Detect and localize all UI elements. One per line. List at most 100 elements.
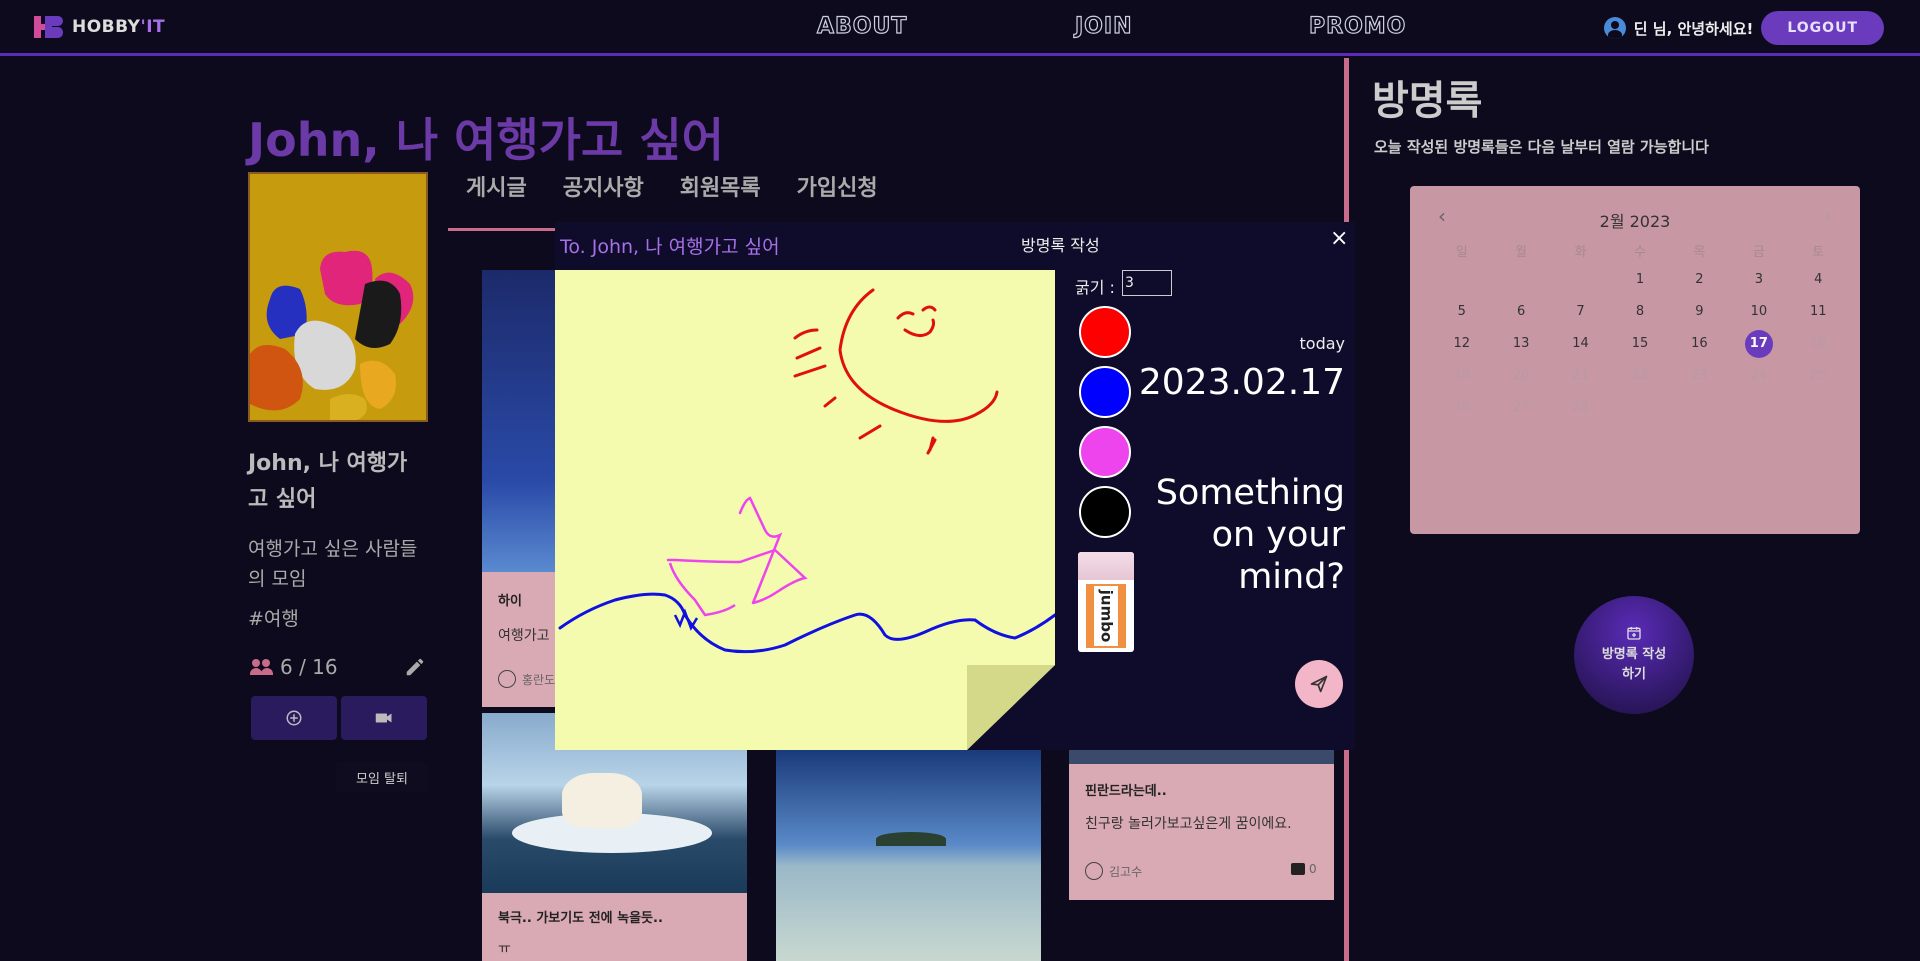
chevron-right-icon[interactable]: ›	[1824, 204, 1832, 228]
tab-applications[interactable]: 가입신청	[797, 170, 878, 202]
calendar-day[interactable]: 16	[1670, 328, 1729, 360]
leave-club-button[interactable]: 모임 탈퇴	[336, 762, 428, 792]
nav-join[interactable]: JOIN	[1074, 13, 1133, 39]
author-avatar	[498, 670, 516, 688]
tab-indicator	[448, 228, 558, 231]
color-black-button[interactable]	[1079, 486, 1131, 538]
post-author: 홍란도	[498, 670, 555, 688]
people-icon	[250, 659, 273, 675]
calendar-day: 25	[1810, 368, 1827, 383]
pencil-icon[interactable]	[404, 656, 426, 678]
calendar: ‹ 2월 2023 › 일 월 화 수 목 금 토 1 2 3 4 5 6 7 8 9 10 11 12 13 14 15…	[1410, 186, 1860, 534]
calendar-day: 19	[1453, 368, 1470, 383]
video-icon	[375, 713, 392, 723]
calendar-day	[1729, 392, 1788, 424]
calendar-weekday: 목	[1693, 245, 1706, 260]
post-card[interactable]: 북극.. 가보기도 전에 녹을듯.. ㅠ	[482, 713, 747, 961]
member-count-text: 6 / 16	[280, 655, 338, 679]
calendar-day[interactable]: 3	[1729, 264, 1788, 296]
tab-posts[interactable]: 게시글	[466, 170, 527, 202]
calendar-day: 18	[1810, 336, 1827, 351]
calendar-day[interactable]: 8	[1610, 296, 1669, 328]
today-date: 2023.02.17	[1138, 362, 1345, 403]
drawing-canvas[interactable]	[555, 270, 1055, 750]
calendar-day: 24	[1750, 368, 1768, 383]
video-call-button[interactable]	[341, 696, 427, 740]
calendar-day: 27	[1512, 400, 1530, 415]
color-red-button[interactable]	[1079, 306, 1131, 358]
logout-button[interactable]: LOGOUT	[1761, 11, 1884, 45]
color-magenta-button[interactable]	[1079, 426, 1131, 478]
calendar-day: 23	[1691, 368, 1708, 383]
logo[interactable]: HOBBY'IT	[34, 16, 165, 38]
color-blue-button[interactable]	[1079, 366, 1131, 418]
comment-icon	[1291, 863, 1305, 875]
thickness-input[interactable]	[1122, 270, 1172, 296]
prompt-text: Something on your mind?	[1155, 473, 1345, 597]
calendar-add-icon	[1627, 627, 1641, 640]
calendar-day[interactable]: 6	[1491, 296, 1550, 328]
calendar-day: 21	[1572, 368, 1589, 383]
eraser-label-box: jumbo	[1086, 584, 1126, 648]
nav-about[interactable]: ABOUT	[816, 13, 907, 39]
club-title: John, 나 여행가고 싶어	[248, 113, 724, 167]
calendar-day[interactable]: 13	[1491, 328, 1550, 360]
calendar-day[interactable]: 9	[1670, 296, 1729, 328]
calendar-day[interactable]: 1	[1610, 264, 1669, 296]
post-text: 친구랑 놀러가보고싶은게 꿈이에요.	[1085, 816, 1292, 832]
calendar-weekday: 금	[1752, 245, 1765, 260]
calendar-day	[1491, 264, 1550, 296]
calendar-day: 28	[1572, 400, 1589, 415]
calendar-weekday: 화	[1574, 245, 1587, 260]
calendar-weekday: 토	[1812, 245, 1825, 260]
calendar-day	[1789, 392, 1848, 424]
post-card-image[interactable]	[776, 750, 1041, 961]
calendar-day: 26	[1453, 400, 1470, 415]
member-count: 6 / 16	[250, 655, 338, 679]
nav-promo[interactable]: PROMO	[1308, 13, 1406, 39]
calendar-day	[1551, 264, 1610, 296]
send-button[interactable]	[1295, 660, 1343, 708]
write-guestbook-label: 방명록 작성하기	[1601, 647, 1667, 682]
calendar-day	[1610, 392, 1669, 424]
calendar-day: 22	[1631, 368, 1649, 383]
calendar-day[interactable]: 5	[1432, 296, 1491, 328]
post-title: 핀란드라는데..	[1085, 784, 1167, 799]
calendar-weekday: 수	[1634, 245, 1646, 260]
author-avatar	[1085, 862, 1103, 880]
calendar-day[interactable]: 14	[1551, 328, 1610, 360]
write-guestbook-button[interactable]: 방명록 작성하기	[1574, 596, 1694, 714]
tab-notices[interactable]: 공지사항	[563, 170, 644, 202]
calendar-day[interactable]: 7	[1551, 296, 1610, 328]
calendar-day	[1432, 264, 1491, 296]
calendar-day[interactable]: 4	[1789, 264, 1848, 296]
calendar-day[interactable]: 15	[1610, 328, 1669, 360]
calendar-day	[1670, 392, 1729, 424]
tab-members[interactable]: 회원목록	[680, 170, 761, 202]
guestbook-subtitle: 오늘 작성된 방명록들은 다음 날부터 열람 가능합니다	[1374, 138, 1709, 156]
add-button[interactable]	[251, 696, 337, 740]
plus-circle-icon	[286, 710, 302, 726]
close-icon[interactable]: ×	[1330, 226, 1348, 251]
calendar-grid: 일 월 화 수 목 금 토 1 2 3 4 5 6 7 8 9 10 11 12 13 14 15 16 17 18 19 20 21…	[1432, 242, 1848, 424]
greeting-text: 딘 님, 안녕하세요!	[1633, 19, 1754, 38]
calendar-day[interactable]: 10	[1729, 296, 1788, 328]
logo-icon	[34, 16, 64, 38]
post-text: ㅠ	[498, 941, 511, 957]
guestbook-modal: To. John, 나 여행가고 싶어 방명록 작성 × 굵기 : jumbo	[555, 222, 1355, 750]
calendar-weekday: 월	[1515, 245, 1528, 260]
calendar-day[interactable]: 12	[1432, 328, 1491, 360]
user-icon	[1603, 17, 1626, 39]
top-navbar: HOBBY'IT ABOUT JOIN PROMO 딘 님, 안녕하세요! LO…	[0, 0, 1920, 56]
calendar-day[interactable]: 17	[1729, 328, 1788, 360]
user-area: 딘 님, 안녕하세요! LOGOUT	[1603, 11, 1884, 45]
club-name: John, 나 여행가고 싶어	[248, 451, 408, 512]
club-tabs: 게시글 공지사항 회원목록 가입신청	[448, 170, 914, 202]
calendar-today[interactable]: 17	[1744, 330, 1773, 358]
calendar-day[interactable]: 11	[1789, 296, 1848, 328]
today-label: today	[1299, 334, 1346, 353]
calendar-weekday: 일	[1455, 245, 1468, 260]
modal-title: 방명록 작성	[1021, 236, 1100, 255]
eraser-label: jumbo	[1097, 589, 1115, 643]
calendar-day[interactable]: 2	[1670, 264, 1729, 296]
